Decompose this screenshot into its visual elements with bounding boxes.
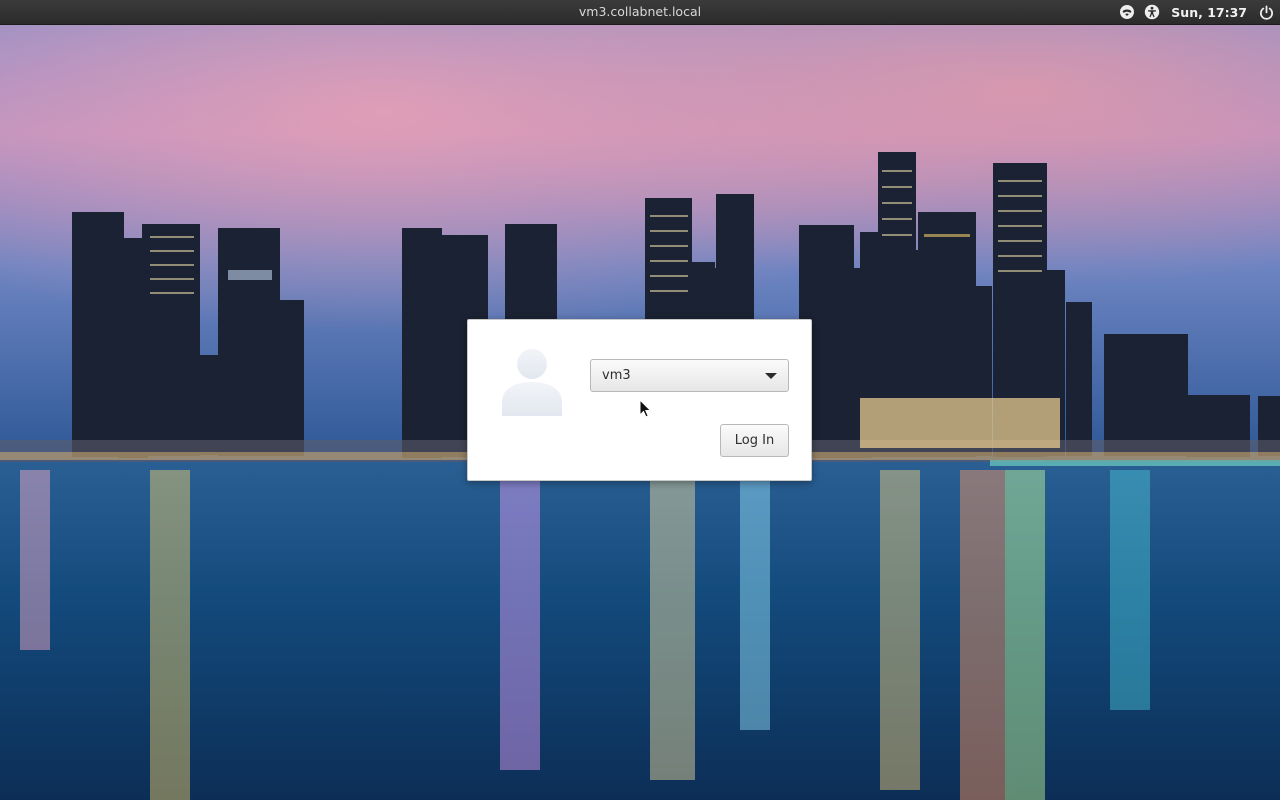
user-select[interactable]: vm3 bbox=[590, 359, 789, 392]
hostname-label: vm3.collabnet.local bbox=[578, 4, 702, 19]
power-icon[interactable] bbox=[1259, 0, 1274, 24]
login-button[interactable]: Log In bbox=[720, 424, 789, 457]
network-icon[interactable] bbox=[1119, 0, 1135, 24]
accessibility-icon[interactable] bbox=[1144, 0, 1160, 24]
top-panel: vm3.collabnet.local Sun, 17:37 bbox=[0, 0, 1280, 25]
chevron-down-icon bbox=[765, 373, 777, 379]
user-select-value: vm3 bbox=[602, 368, 631, 383]
mouse-pointer-icon bbox=[639, 398, 653, 419]
clock[interactable]: Sun, 17:37 bbox=[1171, 5, 1247, 20]
panel-indicators: Sun, 17:37 bbox=[1119, 0, 1274, 24]
user-avatar-icon bbox=[498, 344, 566, 418]
